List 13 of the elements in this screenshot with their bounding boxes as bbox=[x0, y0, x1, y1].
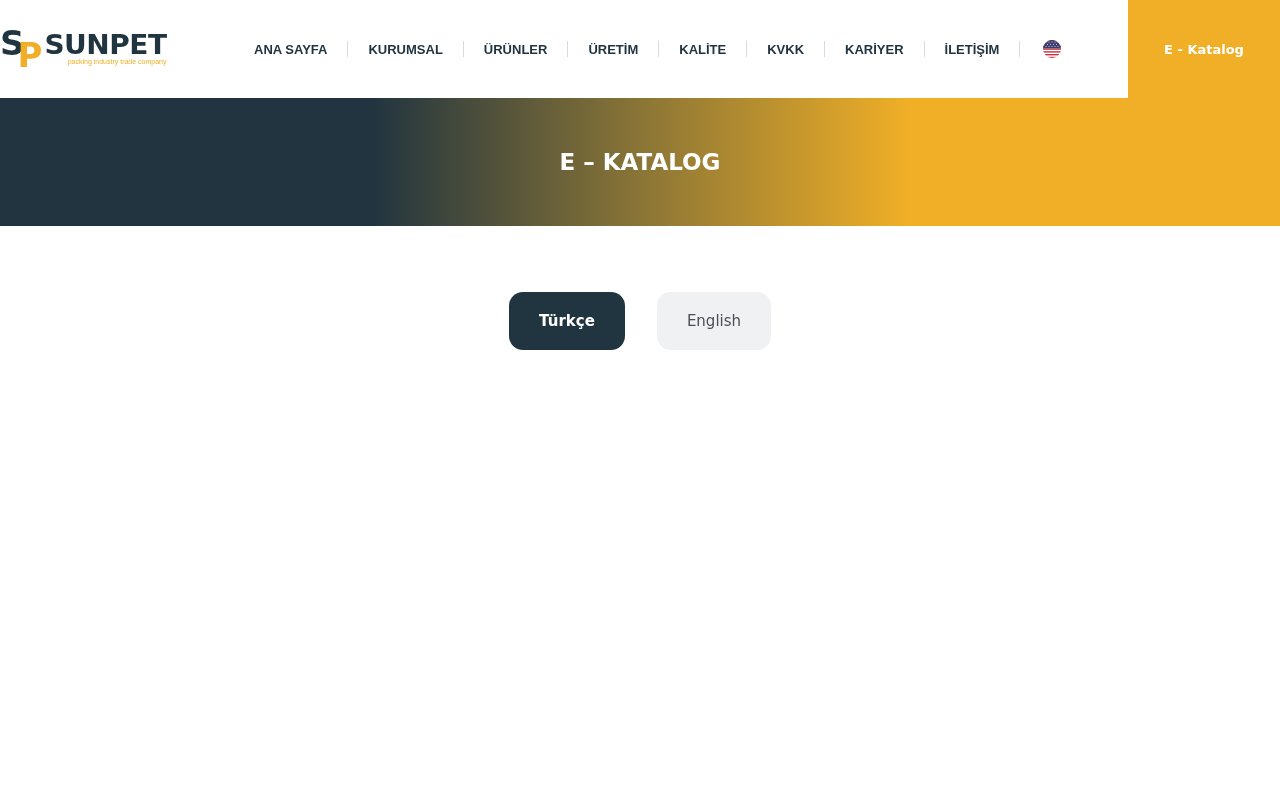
nav-link[interactable]: KARİYER bbox=[825, 41, 924, 57]
nav-link[interactable]: İLETİŞİM bbox=[924, 41, 1020, 57]
language-button[interactable]: English bbox=[656, 292, 772, 350]
us-flag-icon[interactable] bbox=[1043, 40, 1062, 58]
page-title: E – KATALOG bbox=[559, 149, 721, 175]
logo-wordmark[interactable]: SUNPET bbox=[44, 32, 167, 58]
nav-link[interactable]: KALİTE bbox=[659, 41, 747, 57]
nav-link[interactable]: ANA SAYFA bbox=[234, 41, 348, 57]
nav-link[interactable]: KVKK bbox=[747, 41, 825, 57]
language-button[interactable]: Türkçe bbox=[508, 292, 625, 350]
nav-link[interactable]: KURUMSAL bbox=[348, 41, 463, 57]
nav-link[interactable]: ÜRETİM bbox=[568, 41, 659, 57]
nav-link[interactable]: ÜRÜNLER bbox=[463, 41, 568, 57]
